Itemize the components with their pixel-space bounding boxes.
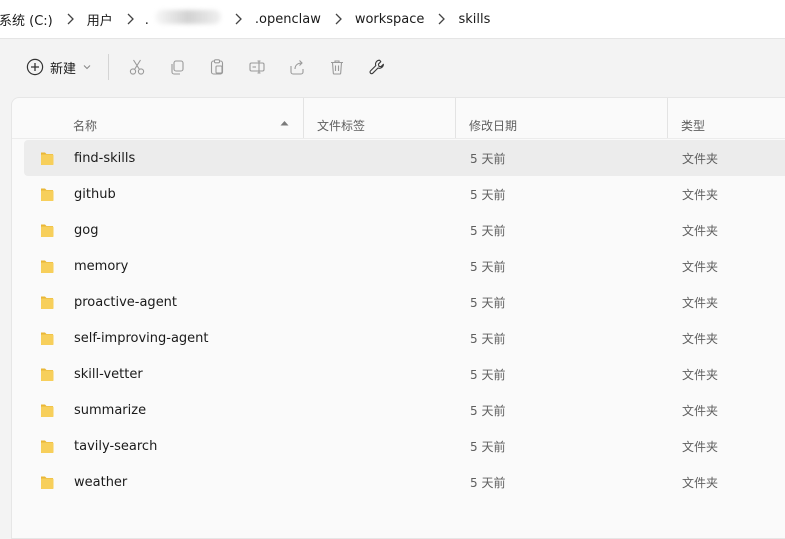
plus-circle-icon <box>26 58 44 76</box>
file-name: summarize <box>74 402 147 418</box>
file-type: 文件夹 <box>682 259 719 274</box>
folder-icon <box>41 152 54 165</box>
column-divider[interactable] <box>303 98 304 138</box>
file-modified-date: 5 天前 <box>470 403 506 418</box>
breadcrumb-user-folder[interactable]: . <box>145 10 223 28</box>
address-breadcrumb: 系统 (C:) 用户 . .openclaw workspace skills <box>0 0 785 39</box>
folder-icon <box>41 260 54 273</box>
chevron-right-icon[interactable] <box>426 13 456 25</box>
clipboard-icon <box>210 59 224 75</box>
breadcrumb-skills[interactable]: skills <box>456 12 492 27</box>
file-name: skill-vetter <box>74 366 143 382</box>
list-item[interactable]: find-skills 5 天前 文件夹 <box>24 140 785 176</box>
file-name: find-skills <box>74 150 136 166</box>
column-header-tags[interactable]: 文件标签 <box>317 98 365 138</box>
file-name: self-improving-agent <box>74 330 209 346</box>
file-list: find-skills 5 天前 文件夹 github 5 天前 文件夹 gog… <box>24 140 785 500</box>
trash-icon <box>331 60 344 75</box>
file-modified-date: 5 天前 <box>470 367 506 382</box>
folder-icon <box>41 332 54 345</box>
file-name: gog <box>74 222 99 238</box>
rename-button[interactable] <box>237 49 277 85</box>
column-divider[interactable] <box>455 98 456 138</box>
file-type: 文件夹 <box>682 439 719 454</box>
breadcrumb-openclaw[interactable]: .openclaw <box>253 12 323 27</box>
file-modified-date: 5 天前 <box>470 295 506 310</box>
file-name: weather <box>74 474 128 490</box>
chevron-down-icon <box>83 65 91 70</box>
rename-icon <box>249 60 265 74</box>
paste-button[interactable] <box>197 49 237 85</box>
column-header-row: 名称 文件标签 修改日期 类型 <box>12 98 785 139</box>
file-modified-date: 5 天前 <box>470 439 506 454</box>
list-item[interactable]: memory 5 天前 文件夹 <box>24 248 785 284</box>
file-type: 文件夹 <box>682 403 719 418</box>
new-button-label: 新建 <box>50 61 77 77</box>
list-item[interactable]: weather 5 天前 文件夹 <box>24 464 785 500</box>
file-type: 文件夹 <box>682 475 719 490</box>
list-item[interactable]: tavily-search 5 天前 文件夹 <box>24 428 785 464</box>
list-item[interactable]: self-improving-agent 5 天前 文件夹 <box>24 320 785 356</box>
folder-icon <box>41 296 54 309</box>
breadcrumb-drive[interactable]: 系统 (C:) <box>0 10 55 29</box>
wrench-icon <box>369 59 384 75</box>
list-item[interactable]: proactive-agent 5 天前 文件夹 <box>24 284 785 320</box>
list-item[interactable]: summarize 5 天前 文件夹 <box>24 392 785 428</box>
share-icon <box>290 60 304 75</box>
column-header-type[interactable]: 类型 <box>681 98 705 138</box>
redacted-username <box>154 10 221 24</box>
file-modified-date: 5 天前 <box>470 475 506 490</box>
file-name: tavily-search <box>74 438 158 454</box>
file-modified-date: 5 天前 <box>470 187 506 202</box>
list-item[interactable]: github 5 天前 文件夹 <box>24 176 785 212</box>
chevron-right-icon[interactable] <box>115 13 145 25</box>
file-type: 文件夹 <box>682 223 719 238</box>
delete-button[interactable] <box>317 49 357 85</box>
folder-icon <box>41 476 54 489</box>
breadcrumb-users[interactable]: 用户 <box>85 10 115 29</box>
copy-icon <box>171 60 184 75</box>
file-modified-date: 5 天前 <box>470 223 506 238</box>
folder-icon <box>41 440 54 453</box>
file-name: memory <box>74 258 129 274</box>
share-button[interactable] <box>277 49 317 85</box>
file-type: 文件夹 <box>682 367 719 382</box>
cut-button[interactable] <box>117 49 157 85</box>
chevron-right-icon[interactable] <box>323 13 353 25</box>
breadcrumb-workspace[interactable]: workspace <box>353 12 427 27</box>
file-modified-date: 5 天前 <box>470 151 506 166</box>
file-modified-date: 5 天前 <box>470 259 506 274</box>
properties-button[interactable] <box>357 49 397 85</box>
scissors-icon <box>129 59 145 75</box>
folder-icon <box>41 188 54 201</box>
column-header-date[interactable]: 修改日期 <box>469 98 517 138</box>
list-item[interactable]: gog 5 天前 文件夹 <box>24 212 785 248</box>
file-name: proactive-agent <box>74 294 178 310</box>
file-type: 文件夹 <box>682 331 719 346</box>
file-type: 文件夹 <box>682 187 719 202</box>
chevron-right-icon[interactable] <box>223 13 253 25</box>
command-bar: 新建 <box>12 45 785 89</box>
file-type: 文件夹 <box>682 151 719 166</box>
file-name: github <box>74 186 116 202</box>
sort-ascending-icon <box>280 121 289 126</box>
folder-icon <box>41 224 54 237</box>
column-header-name[interactable]: 名称 <box>73 98 303 138</box>
chevron-right-icon[interactable] <box>55 13 85 25</box>
copy-button[interactable] <box>157 49 197 85</box>
column-divider[interactable] <box>667 98 668 138</box>
file-modified-date: 5 天前 <box>470 331 506 346</box>
folder-icon <box>41 368 54 381</box>
folder-icon <box>41 404 54 417</box>
list-item[interactable]: skill-vetter 5 天前 文件夹 <box>24 356 785 392</box>
new-button[interactable]: 新建 <box>12 51 98 83</box>
breadcrumb-user-dot: . <box>144 13 149 28</box>
file-type: 文件夹 <box>682 295 719 310</box>
toolbar-divider <box>108 54 110 80</box>
file-list-pane: 名称 文件标签 修改日期 类型 find-skills 5 天前 文件夹 git… <box>11 97 785 539</box>
